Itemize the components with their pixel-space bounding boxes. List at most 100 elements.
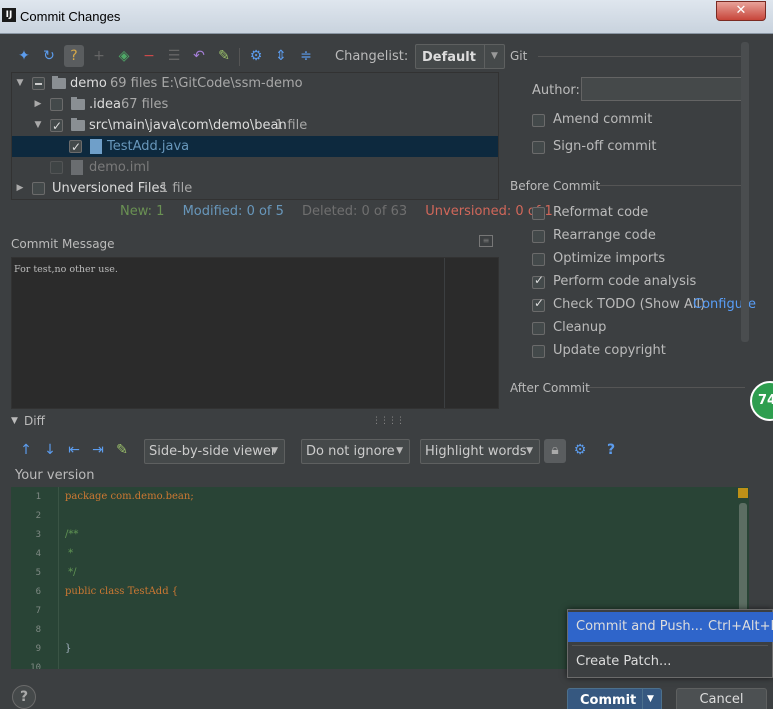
tree-name: TestAdd.java (107, 139, 190, 154)
chevron-down-icon: ▼ (484, 45, 504, 68)
checkbox-unversioned[interactable] (32, 182, 45, 195)
amend-commit-checkbox[interactable] (532, 114, 545, 127)
update-copyright-checkbox[interactable] (532, 345, 545, 358)
tree-row-idea[interactable]: ▶ .idea 67 files (12, 94, 498, 115)
close-window-button[interactable]: ✕ (716, 1, 766, 21)
tree-meta: 1 file (275, 118, 308, 133)
line-number: 8 (35, 625, 41, 635)
help-button[interactable]: ? (12, 685, 36, 709)
highlight-value: Highlight words (425, 444, 527, 459)
optimize-imports-checkbox[interactable] (532, 253, 545, 266)
checkbox-demo[interactable] (32, 77, 45, 90)
line-number: 4 (35, 549, 41, 559)
diff-icon[interactable]: ☰ (164, 45, 184, 67)
expand-arrow-icon[interactable]: ▼ (33, 115, 43, 136)
edit-icon[interactable]: ✎ (214, 45, 234, 67)
folder-icon (71, 97, 85, 110)
ignore-select[interactable]: Do not ignore ▼ (301, 439, 410, 464)
tree-name: Unversioned Files (52, 181, 167, 196)
commit-message-input[interactable]: For test,no other use. (11, 257, 499, 409)
chevron-down-icon: ▼ (396, 446, 403, 456)
reformat-code-checkbox[interactable] (532, 207, 545, 220)
settings-icon[interactable]: ⚙ (570, 439, 590, 461)
tree-meta: 67 files (121, 97, 169, 112)
changelist-value: Default (422, 50, 476, 65)
cancel-button[interactable]: Cancel (676, 688, 767, 709)
collapse-arrow-icon[interactable]: ▶ (33, 94, 43, 115)
add-icon[interactable]: + (89, 45, 109, 67)
checkbox-demo-iml[interactable] (50, 161, 63, 174)
revert-icon[interactable]: ↶ (189, 45, 209, 67)
previous-file-icon[interactable]: ⇤ (64, 439, 84, 461)
help-icon[interactable]: ? (601, 439, 621, 461)
tree-row-bean-package[interactable]: ▼ src\main\java\com\demo\bean 1 file (12, 115, 498, 137)
reformat-code-label: Reformat code (553, 205, 649, 220)
collapse-arrow-icon[interactable]: ▶ (15, 178, 25, 199)
tree-name: .idea (89, 97, 121, 112)
update-copyright-label: Update copyright (553, 343, 666, 358)
tree-row-demo-iml[interactable]: demo.iml (12, 157, 498, 178)
change-stats: New: 1 Modified: 0 of 5 Deleted: 0 of 63… (120, 204, 567, 219)
move-icon[interactable]: ✦ (14, 45, 34, 67)
author-input[interactable] (581, 77, 745, 101)
git-section-title: Git (510, 49, 528, 63)
java-file-icon (90, 139, 102, 154)
line-number: 5 (35, 568, 41, 578)
diff-toolbar: ↑ ↓ ⇤ ⇥ ✎ Side-by-side viewer ▼ Do not i… (12, 438, 652, 466)
git-icon[interactable]: ◈ (114, 45, 134, 67)
create-patch-item[interactable]: Create Patch... (568, 647, 773, 677)
cleanup-label: Cleanup (553, 320, 607, 335)
ignore-value: Do not ignore (306, 444, 395, 459)
perform-code-analysis-checkbox[interactable] (532, 273, 545, 289)
remove-icon[interactable]: − (139, 45, 159, 67)
settings-icon[interactable]: ⚙ (246, 45, 266, 67)
stat-new: New: 1 (120, 204, 165, 219)
cleanup-checkbox[interactable] (532, 322, 545, 335)
checkbox-idea[interactable] (50, 98, 63, 111)
viewer-select[interactable]: Side-by-side viewer ▼ (144, 439, 285, 464)
help-question-icon[interactable]: ? (64, 45, 84, 67)
line-number: 6 (35, 587, 41, 597)
commit-actions-popup: Commit and Push... Ctrl+Alt+K Create Pat… (567, 609, 773, 678)
lock-icon[interactable]: 🔒︎ (544, 439, 566, 463)
expand-arrow-icon[interactable]: ▼ (11, 416, 18, 426)
line-number: 7 (35, 606, 41, 616)
intellij-app-icon: IJ (2, 8, 16, 22)
expand-all-icon[interactable]: ⇕ (271, 45, 291, 67)
splitter-grip-icon[interactable]: ⋮⋮⋮⋮ (372, 416, 405, 426)
checkbox-bean[interactable] (50, 116, 63, 137)
message-history-icon[interactable]: ≡ (479, 235, 493, 247)
rearrange-code-label: Rearrange code (553, 228, 656, 243)
commit-message-text: For test,no other use. (14, 264, 118, 275)
changelist-select[interactable]: Default ▼ (415, 44, 505, 69)
edit-source-icon[interactable]: ✎ (112, 439, 132, 461)
title-bar: IJ Commit Changes ✕ (0, 0, 773, 34)
tree-row-testadd[interactable]: TestAdd.java (12, 136, 498, 158)
line-number: 1 (35, 492, 41, 502)
signoff-commit-checkbox[interactable] (532, 141, 545, 154)
rearrange-code-checkbox[interactable] (532, 230, 545, 243)
tree-row-unversioned[interactable]: ▶ Unversioned Files 1 file (12, 178, 498, 199)
refresh-icon[interactable]: ↻ (39, 45, 59, 67)
commit-button[interactable]: Commit ▼ (567, 688, 662, 709)
highlight-select[interactable]: Highlight words ▼ (420, 439, 540, 464)
viewer-value: Side-by-side viewer (149, 444, 277, 459)
next-difference-icon[interactable]: ↓ (40, 439, 60, 461)
chevron-down-icon: ▼ (271, 446, 278, 456)
chevron-down-icon[interactable]: ▼ (647, 694, 654, 704)
toolbar-separator (239, 48, 240, 66)
code-line: */ (65, 567, 77, 578)
commit-and-push-item[interactable]: Commit and Push... Ctrl+Alt+K (568, 612, 773, 642)
change-marker[interactable] (738, 488, 748, 498)
options-scrollbar[interactable] (741, 42, 749, 342)
checkbox-testadd[interactable] (69, 137, 82, 158)
expand-arrow-icon[interactable]: ▼ (15, 73, 25, 94)
check-todo-checkbox[interactable] (532, 296, 545, 312)
collapse-all-icon[interactable]: ≑ (296, 45, 316, 67)
tree-row-demo[interactable]: ▼ demo 69 files E:\GitCode\ssm-demo (12, 73, 498, 94)
next-file-icon[interactable]: ⇥ (88, 439, 108, 461)
code-line: } (65, 643, 72, 654)
commit-message-label: Commit Message (11, 237, 115, 251)
previous-difference-icon[interactable]: ↑ (16, 439, 36, 461)
divider (588, 387, 745, 388)
